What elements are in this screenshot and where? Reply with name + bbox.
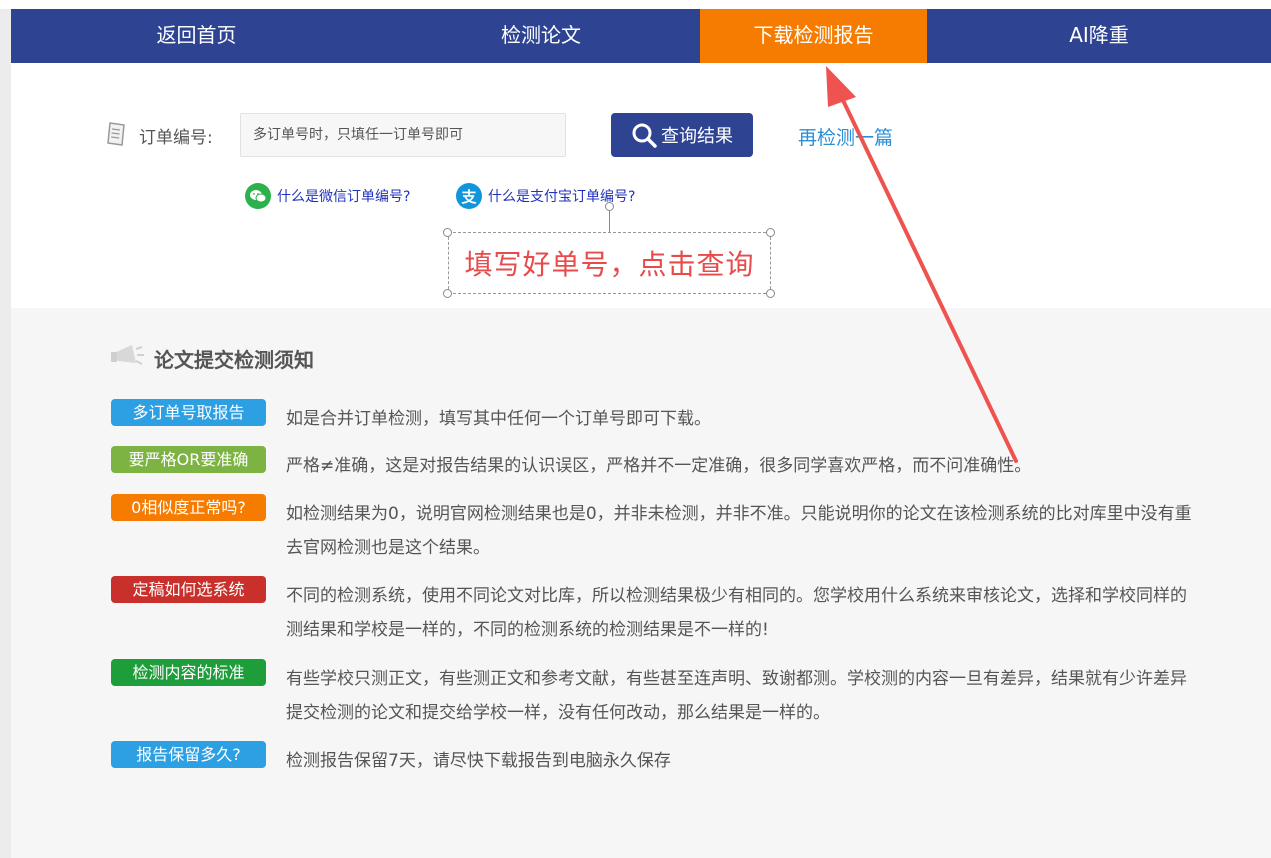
megaphone-icon: [110, 343, 146, 373]
page: 返回首页 检测论文 下载检测报告 AI降重 订单编号: 查询结果 再检测一篇: [11, 9, 1271, 858]
nav-download-report[interactable]: 下载检测报告: [700, 9, 927, 63]
notice-tag: 多订单号取报告: [111, 399, 266, 426]
search-area: 订单编号: 查询结果 再检测一篇 什么是微信订单编号? 支 什么是支付宝订单编号…: [11, 63, 1271, 308]
resize-handle[interactable]: [766, 228, 775, 237]
rotate-handle-line: [609, 211, 610, 232]
notice-header: 论文提交检测须知: [110, 343, 314, 373]
query-button-label: 查询结果: [661, 126, 733, 147]
resize-handle[interactable]: [443, 289, 452, 298]
search-icon: [632, 123, 657, 148]
notice-tag: 要严格OR要准确: [111, 446, 266, 473]
notice-text: 如检测结果为0，说明官网检测结果也是0，并非未检测，并非不准。只能说明你的论文在…: [286, 504, 1192, 558]
notice-tag: 定稿如何选系统: [111, 576, 266, 603]
order-number-label: 订单编号:: [139, 128, 213, 148]
nav-check-paper[interactable]: 检测论文: [382, 9, 700, 63]
order-number-input[interactable]: [240, 113, 566, 157]
nav-ai-rewrite[interactable]: AI降重: [927, 9, 1271, 63]
wechat-help-link[interactable]: 什么是微信订单编号?: [245, 183, 410, 209]
resize-handle[interactable]: [443, 228, 452, 237]
notice-text: 严格≠准确，这是对报告结果的认识误区，严格并不一定准确，很多同学喜欢严格，而不问…: [286, 456, 1032, 476]
wechat-icon: [245, 183, 271, 209]
recheck-link[interactable]: 再检测一篇: [798, 123, 893, 150]
notice-tag: 检测内容的标准: [111, 659, 266, 686]
query-result-button[interactable]: 查询结果: [611, 113, 753, 157]
top-strip: [0, 0, 1271, 9]
notice-text: 不同的检测系统，使用不同论文对比库，所以检测结果极少有相同的。您学校用什么系统来…: [286, 586, 1187, 640]
annotation-textbox[interactable]: 填写好单号，点击查询: [448, 232, 771, 294]
notice-title: 论文提交检测须知: [154, 347, 314, 372]
notice-tag: 0相似度正常吗?: [111, 494, 266, 521]
rotate-handle[interactable]: [605, 202, 614, 211]
nav-home[interactable]: 返回首页: [11, 9, 382, 63]
notice-tag: 报告保留多久?: [111, 741, 266, 768]
top-nav: 返回首页 检测论文 下载检测报告 AI降重: [11, 9, 1271, 63]
alipay-icon: 支: [456, 183, 482, 209]
alipay-help-label: 什么是支付宝订单编号?: [488, 189, 636, 205]
resize-handle[interactable]: [766, 289, 775, 298]
notice-text: 有些学校只测正文，有些测正文和参考文献，有些甚至连声明、致谢都测。学校测的内容一…: [286, 669, 1187, 723]
notice-text: 如是合并订单检测，填写其中任何一个订单号即可下载。: [286, 409, 711, 429]
wechat-help-label: 什么是微信订单编号?: [277, 189, 411, 205]
notice-text: 检测报告保留7天，请尽快下载报告到电脑永久保存: [286, 751, 671, 771]
document-icon: [106, 121, 128, 147]
